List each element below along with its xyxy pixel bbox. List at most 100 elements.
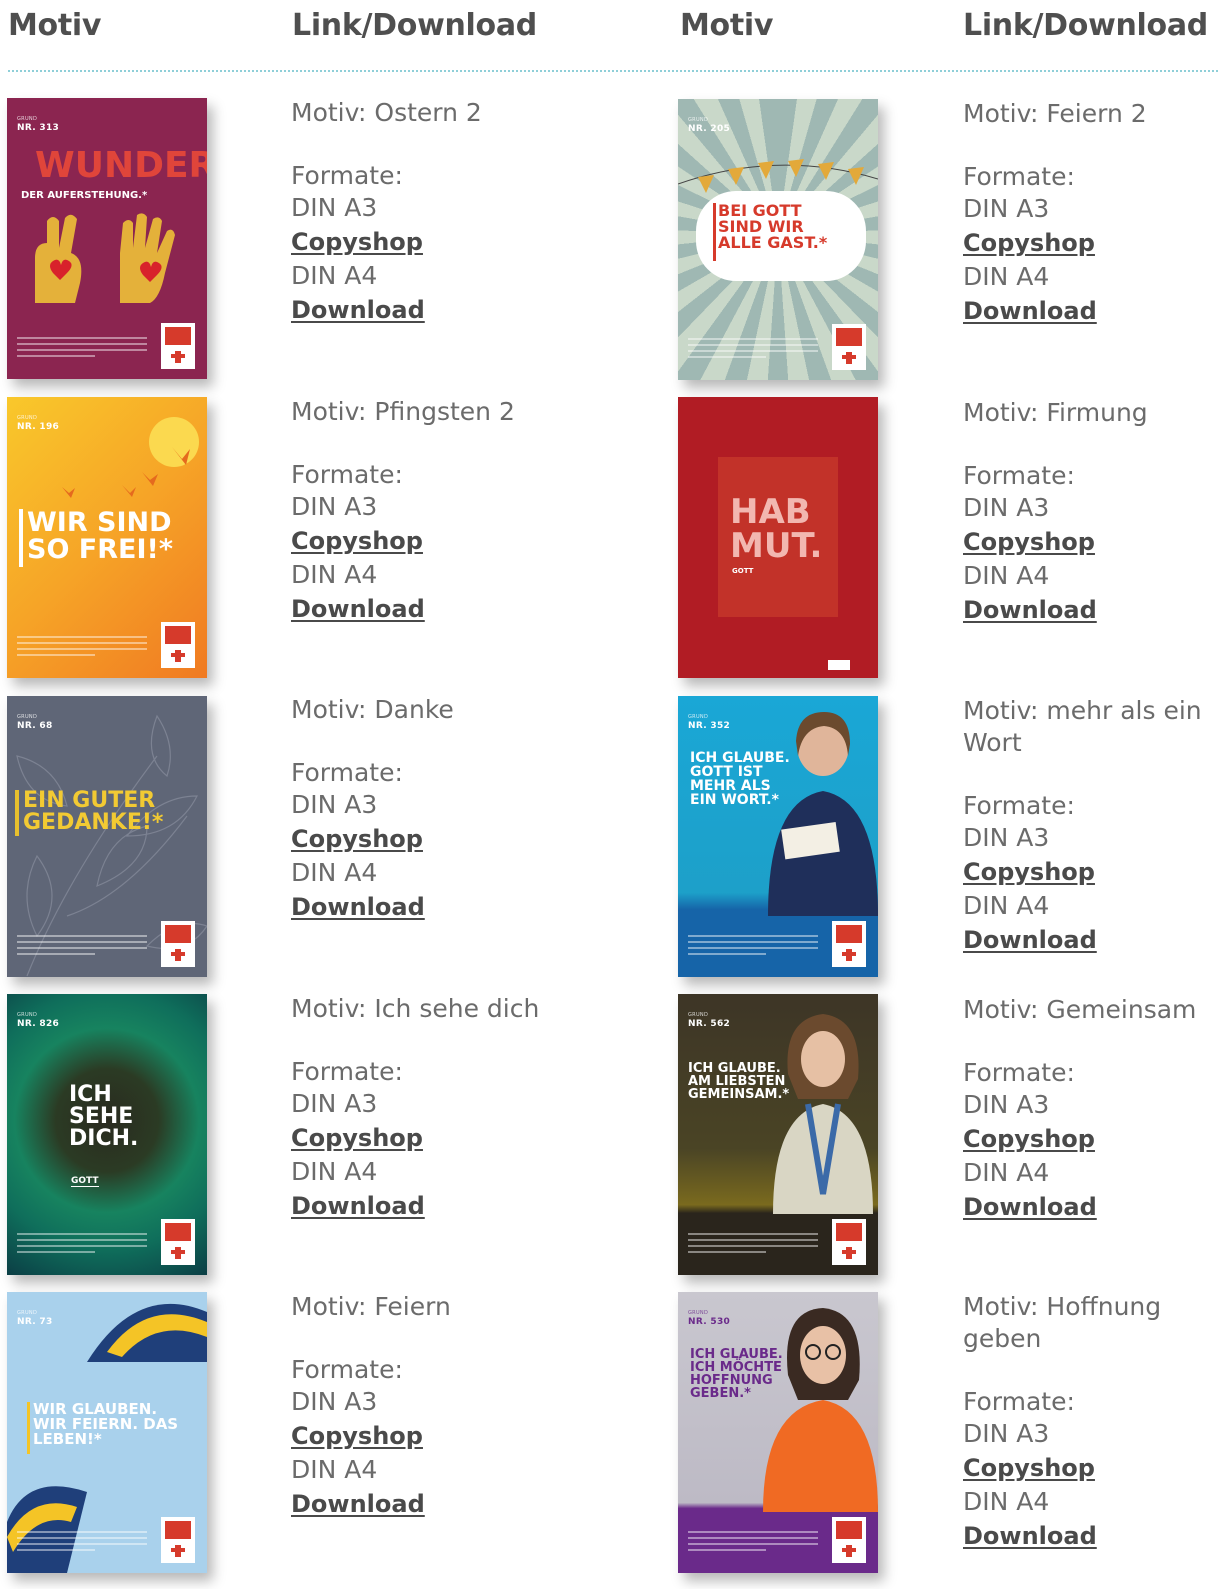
motiv-info-ich-sehe-dich: Motiv: Ich sehe dich Formate: DIN A3 Cop… <box>291 993 561 1224</box>
copyshop-link[interactable]: Copyshop <box>291 821 561 857</box>
motiv-title: Motiv: mehr als ein Wort <box>963 696 1202 757</box>
download-link[interactable]: Download <box>291 292 561 328</box>
copyshop-link[interactable]: Copyshop <box>963 225 1226 261</box>
download-link[interactable]: Download <box>963 592 1226 628</box>
poster-hoffnung-geben[interactable]: GRUND NR. 530 ICH GLAUBE. ICH MÖCHTE HOFF… <box>678 1292 878 1573</box>
formats-label: Formate: <box>291 460 403 489</box>
download-link[interactable]: Download <box>291 1486 561 1522</box>
copyshop-link[interactable]: Copyshop <box>291 1120 561 1156</box>
header-link-right: Link/Download <box>963 8 1208 43</box>
motiv-info-feiern-2: Motiv: Feiern 2 Formate: DIN A3 Copyshop… <box>963 98 1226 329</box>
copyshop-link[interactable]: Copyshop <box>963 1121 1226 1157</box>
1000-gute-gruende-logo <box>828 660 850 670</box>
motiv-info-ostern-2: Motiv: Ostern 2 Formate: DIN A3 Copyshop… <box>291 97 561 328</box>
copyshop-link[interactable]: Copyshop <box>291 523 561 559</box>
download-link[interactable]: Download <box>291 889 561 925</box>
format-a3: DIN A3 <box>291 1387 378 1416</box>
format-a4: DIN A4 <box>291 1455 378 1484</box>
person-photo <box>773 1014 873 1214</box>
format-a3: DIN A3 <box>963 1090 1050 1119</box>
birds-illustration <box>62 447 190 498</box>
download-link[interactable]: Download <box>291 591 561 627</box>
format-a4: DIN A4 <box>963 891 1050 920</box>
poster-firmung[interactable]: HAB MUT. GOTT <box>678 397 878 678</box>
poster-gemeinsam[interactable]: GRUND NR. 562 ICH GLAUBE. AM LIEBSTEN GEM… <box>678 994 878 1275</box>
download-link[interactable]: Download <box>963 922 1213 958</box>
format-a4: DIN A4 <box>963 262 1050 291</box>
poster-ich-sehe-dich[interactable]: GRUND NR. 826 ICH SEHE DICH. GOTT <box>7 994 207 1275</box>
format-a3: DIN A3 <box>291 492 378 521</box>
poster-number: GRUND NR. 352 <box>688 714 731 731</box>
formats-label: Formate: <box>291 161 403 190</box>
format-a4: DIN A4 <box>291 1157 378 1186</box>
motiv-title: Motiv: Firmung <box>963 398 1148 427</box>
poster-number: GRUND NR. 826 <box>17 1012 60 1029</box>
copyshop-link[interactable]: Copyshop <box>963 524 1226 560</box>
header-link-left: Link/Download <box>292 8 537 43</box>
copyshop-link[interactable]: Copyshop <box>291 224 561 260</box>
accent-bar <box>15 790 19 836</box>
poster-mehr-als-ein-wort[interactable]: GRUND NR. 352 ICH GLAUBE. GOTT IST MEHR A… <box>678 696 878 977</box>
motiv-info-feiern: Motiv: Feiern Formate: DIN A3 Copyshop D… <box>291 1291 561 1522</box>
format-a4: DIN A4 <box>291 560 378 589</box>
poster-headline: WIR GLAUBEN. WIR FEIERN. DAS LEBEN!* <box>33 1400 179 1448</box>
format-a4: DIN A4 <box>963 1158 1050 1187</box>
download-link[interactable]: Download <box>963 293 1226 329</box>
motiv-title: Motiv: Feiern 2 <box>963 99 1147 128</box>
formats-label: Formate: <box>963 1387 1075 1416</box>
download-link[interactable]: Download <box>963 1189 1226 1225</box>
formats-label: Formate: <box>963 162 1075 191</box>
formats-label: Formate: <box>963 1058 1075 1087</box>
copyshop-link[interactable]: Copyshop <box>963 854 1213 890</box>
motiv-info-gemeinsam: Motiv: Gemeinsam Formate: DIN A3 Copysho… <box>963 994 1226 1225</box>
poster-fine-print <box>688 931 818 959</box>
motiv-info-pfingsten-2: Motiv: Pfingsten 2 Formate: DIN A3 Copys… <box>291 396 561 627</box>
formats-label: Formate: <box>963 461 1075 490</box>
format-a3: DIN A3 <box>963 823 1050 852</box>
1000-gute-gruende-logo <box>832 324 866 370</box>
1000-gute-gruende-logo <box>161 323 195 369</box>
bunting-illustration <box>678 159 878 193</box>
1000-gute-gruende-logo <box>832 1219 866 1265</box>
poster-danke[interactable]: GRUND NR. 68 EIN GUTER GEDANKE!* <box>7 696 207 977</box>
accent-bar <box>27 1402 30 1454</box>
format-a3: DIN A3 <box>291 1089 378 1118</box>
format-a4: DIN A4 <box>963 561 1050 590</box>
poster-headline: ICH GLAUBE. ICH MÖCHTE HOFFNUNG GEBEN.* <box>690 1347 783 1401</box>
copyshop-link[interactable]: Copyshop <box>291 1418 561 1454</box>
download-link[interactable]: Download <box>963 1518 1213 1554</box>
poster-feiern-2[interactable]: GRUND NR. 205 BEI GOTT SIND WIR ALLE GAST… <box>678 99 878 380</box>
poster-number: GRUND NR. 562 <box>688 1012 731 1029</box>
motiv-title: Motiv: Ostern 2 <box>291 98 482 127</box>
poster-fine-print <box>17 1229 147 1257</box>
poster-subline: GOTT <box>71 1176 99 1187</box>
poster-fine-print <box>688 1229 818 1257</box>
motiv-title: Motiv: Danke <box>291 695 454 724</box>
poster-fine-print <box>17 1527 147 1555</box>
poster-headline: EIN GUTER GEDANKE!* <box>23 788 164 835</box>
poster-ostern-2[interactable]: GRUND NR. 313 WUNDER DER AUFERSTEHUNG.* <box>7 98 207 379</box>
motiv-title: Motiv: Pfingsten 2 <box>291 397 515 426</box>
motiv-info-danke: Motiv: Danke Formate: DIN A3 Copyshop DI… <box>291 694 561 925</box>
copyshop-link[interactable]: Copyshop <box>963 1450 1213 1486</box>
format-a4: DIN A4 <box>291 858 378 887</box>
poster-number: GRUND NR. 530 <box>688 1310 731 1327</box>
accent-bar <box>19 509 23 567</box>
1000-gute-gruende-logo <box>832 921 866 967</box>
poster-number: GRUND NR. 205 <box>688 117 731 134</box>
format-a4: DIN A4 <box>291 261 378 290</box>
poster-feiern[interactable]: GRUND NR. 73 WIR GLAUBEN. WIR FEIERN. DAS… <box>7 1292 207 1573</box>
poster-headline: WUNDER <box>35 145 207 186</box>
format-a3: DIN A3 <box>291 790 378 819</box>
poster-number: GRUND NR. 196 <box>17 415 60 432</box>
1000-gute-gruende-logo <box>832 1517 866 1563</box>
format-a4: DIN A4 <box>963 1487 1050 1516</box>
poster-pfingsten-2[interactable]: GRUND NR. 196 WIR SIND SO FREI!* <box>7 397 207 678</box>
poster-headline: HAB MUT. <box>730 492 823 566</box>
poster-subline: DER AUFERSTEHUNG.* <box>21 190 148 201</box>
poster-number: GRUND NR. 313 <box>17 116 60 133</box>
format-a3: DIN A3 <box>291 193 378 222</box>
download-link[interactable]: Download <box>291 1188 561 1224</box>
poster-fine-print <box>17 931 147 959</box>
poster-subline: GOTT <box>732 567 754 575</box>
